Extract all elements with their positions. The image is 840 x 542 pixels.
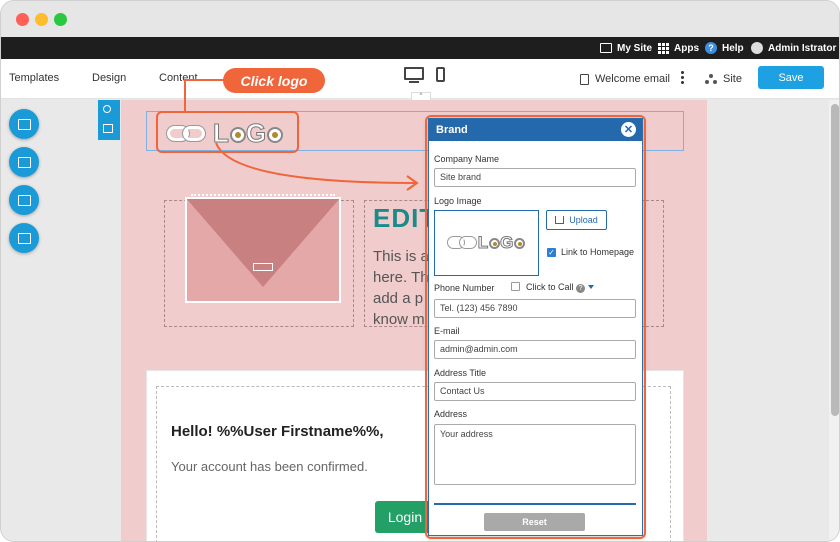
mail-icon[interactable] [103,124,113,133]
sidebar-layout-button[interactable] [9,109,39,139]
desktop-icon [404,67,424,80]
desktop-view-button[interactable] [404,67,424,83]
site-icon [705,74,717,84]
more-icon[interactable] [681,71,685,86]
apps-grid-icon [658,42,669,54]
scrollbar-thumb[interactable] [831,104,839,416]
envelope-image [185,194,341,303]
top-nav-bar: My Site Apps ? Help Admin Istrator [1,37,839,59]
my-site-icon [600,43,612,53]
callout-connector [184,79,186,111]
body-line: know m [373,311,425,328]
block-tools [98,100,120,140]
document-icon [580,73,589,85]
tab-content[interactable]: Content [159,72,198,84]
welcome-email-label: Welcome email [595,73,670,85]
help-label: Help [722,42,744,54]
minimize-window-button[interactable] [35,13,48,26]
welcome-email-selector[interactable]: Welcome email [580,73,670,85]
tab-design[interactable]: Design [92,72,126,84]
edit-body: This is a here. Th add a p know m [373,246,433,330]
confirmation-text: Your account has been confirmed. [171,459,368,474]
body-line: This is a [373,248,429,265]
user-menu[interactable]: Admin Istrator [751,37,836,59]
callout-arrow [215,142,419,191]
sidebar-footer-button[interactable] [9,223,39,253]
apps-link[interactable]: Apps [658,37,699,59]
search-icon[interactable] [103,105,111,113]
app-window: My Site Apps ? Help Admin Istrator Templ… [0,0,840,542]
mobile-view-button[interactable] [436,67,445,82]
block-icon [17,194,31,206]
sidebar-block-button[interactable] [9,185,39,215]
image-icon [17,156,31,168]
mobile-icon [436,67,445,82]
footer-icon [17,232,31,244]
close-window-button[interactable] [16,13,29,26]
my-site-label: My Site [617,42,653,54]
help-link[interactable]: ? Help [705,37,744,59]
panel-highlight [425,115,646,539]
my-site-link[interactable]: My Site [600,37,652,59]
scrollbar[interactable] [829,100,839,541]
body-line: here. Th [373,269,429,286]
collapse-toolbar-tab[interactable]: ^ [411,92,431,100]
greeting-text: Hello! %%User Firstname%%, [171,423,384,440]
help-icon: ? [705,42,717,54]
layout-icon [17,118,31,130]
window-titlebar [1,1,839,37]
sidebar-image-button[interactable] [9,147,39,177]
site-label: Site [723,73,742,85]
click-logo-callout: Click logo [223,68,325,93]
maximize-window-button[interactable] [54,13,67,26]
user-name: Admin Istrator [768,42,837,54]
body-line: add a p [373,290,424,307]
avatar [751,42,763,54]
site-menu[interactable]: Site [705,73,742,85]
save-button[interactable]: Save [758,66,824,89]
callout-connector [184,79,224,81]
apps-label: Apps [674,42,699,54]
tab-templates[interactable]: Templates [9,72,59,84]
